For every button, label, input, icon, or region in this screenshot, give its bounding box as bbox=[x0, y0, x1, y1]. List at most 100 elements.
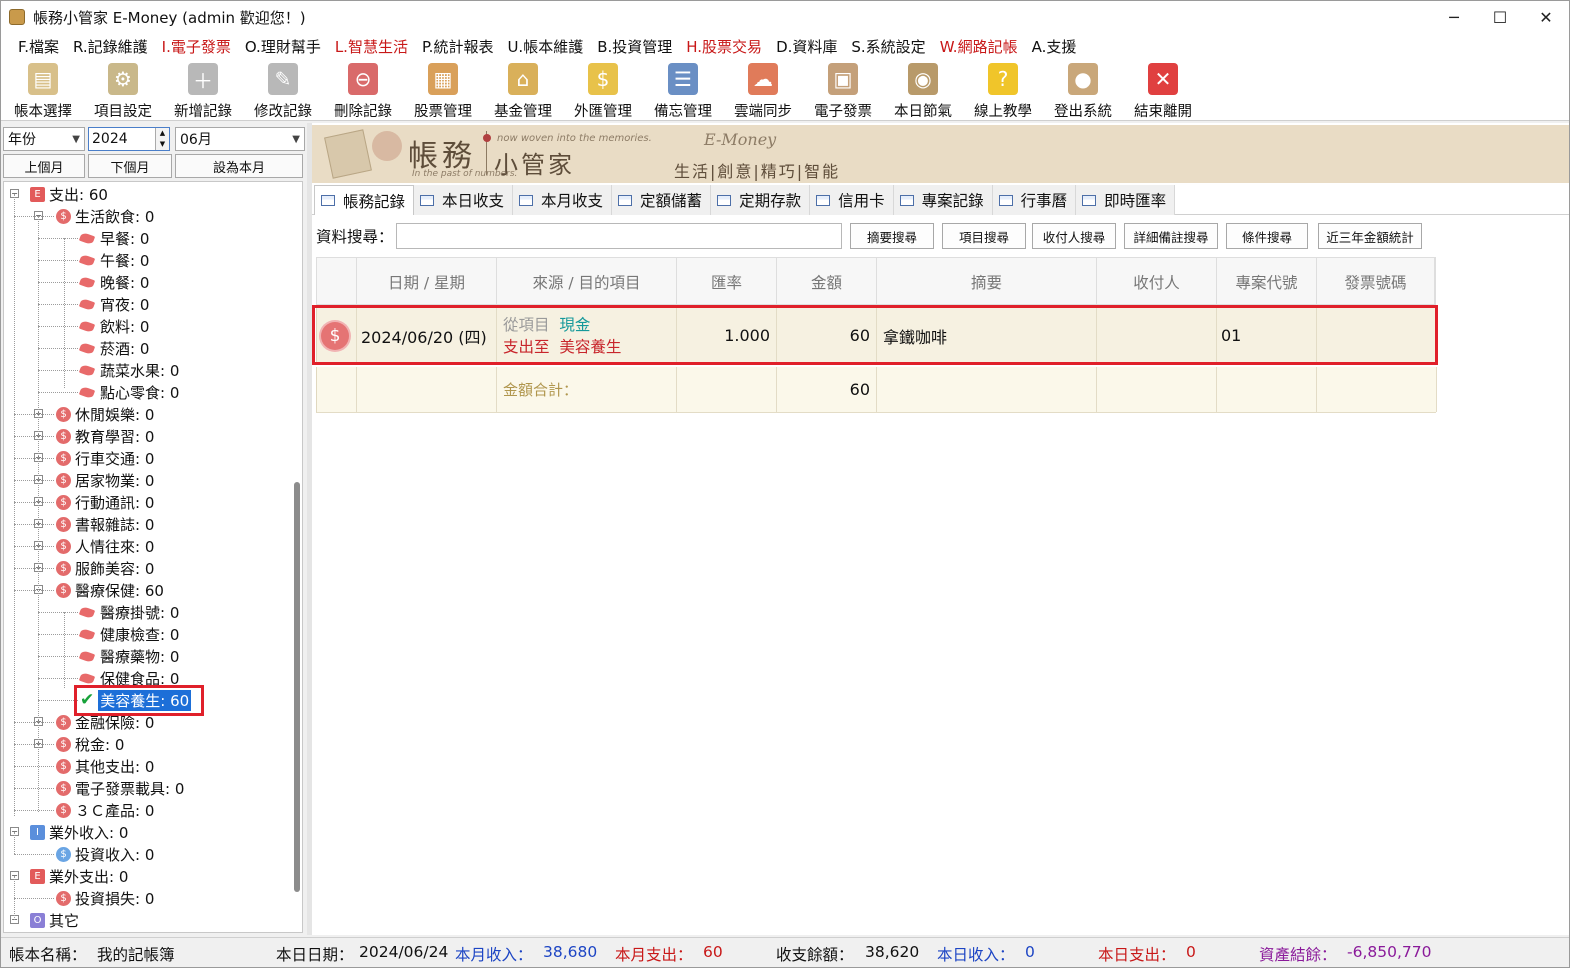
tree-item[interactable]: E 支出: 60 bbox=[30, 183, 108, 205]
tab-0[interactable]: 帳務記錄 bbox=[314, 185, 415, 215]
table-header: 日期 / 星期 來源 / 目的項目 匯率 金額 摘要 收付人 專案代號 發票號碼 bbox=[316, 257, 1436, 306]
toolbar-button-3[interactable]: ✎ 修改記錄 bbox=[243, 59, 323, 121]
expense-category-icon: $ bbox=[56, 582, 71, 598]
tree-item[interactable]: 健康檢查: 0 bbox=[78, 623, 179, 645]
toolbar-button-4[interactable]: ⊖ 刪除記錄 bbox=[323, 59, 403, 121]
tree-item[interactable]: $ 其他支出: 0 bbox=[56, 755, 154, 777]
search-button-0[interactable]: 摘要搜尋 bbox=[850, 223, 934, 249]
tree-item[interactable]: E 業外支出: 0 bbox=[30, 865, 128, 887]
tree-item[interactable]: $ 教育學習: 0 bbox=[56, 425, 154, 447]
tree-item[interactable]: 飲料: 0 bbox=[78, 315, 149, 337]
toolbar-button-14[interactable]: ✕ 結束離開 bbox=[1123, 59, 1203, 121]
tab-3[interactable]: 定額儲蓄 bbox=[612, 185, 712, 215]
tab-1[interactable]: 本日收支 bbox=[414, 185, 514, 215]
toolbar-button-7[interactable]: $ 外匯管理 bbox=[563, 59, 643, 121]
menu-item-10[interactable]: S.系統設定 bbox=[844, 36, 932, 57]
tree-item[interactable]: 午餐: 0 bbox=[78, 249, 149, 271]
tree-item[interactable]: $ 休閒娛樂: 0 bbox=[56, 403, 154, 425]
column-header[interactable]: 匯率 bbox=[677, 258, 777, 306]
tab-7[interactable]: 行事曆 bbox=[992, 185, 1077, 215]
tree-item[interactable]: 醫療藥物: 0 bbox=[78, 645, 179, 667]
toolbar-button-5[interactable]: ▦ 股票管理 bbox=[403, 59, 483, 121]
category-tree[interactable]: − E 支出: 60− $ 生活飲食: 0 早餐: 0 午餐: 0 晚餐: 0 宵夜: 0 飲料:… bbox=[3, 181, 303, 933]
menu-item-11[interactable]: W.網路記帳 bbox=[933, 36, 1025, 57]
toolbar-button-9[interactable]: ☁ 雲端同步 bbox=[723, 59, 803, 121]
month-select[interactable]: 06月 ▼ bbox=[175, 127, 305, 151]
tree-item[interactable]: $３Ｃ產品: 0 bbox=[56, 799, 154, 821]
tree-item[interactable]: 菸酒: 0 bbox=[78, 337, 149, 359]
menu-item-8[interactable]: H.股票交易 bbox=[679, 36, 769, 57]
tree-item[interactable]: O 其它 bbox=[30, 909, 79, 931]
menu-item-7[interactable]: B.投資管理 bbox=[590, 36, 679, 57]
menu-item-1[interactable]: R.記錄維護 bbox=[66, 36, 155, 57]
tree-item[interactable]: $ 生活飲食: 0 bbox=[56, 205, 154, 227]
period-type-select[interactable]: 年份 ▼ bbox=[3, 127, 85, 151]
tree-item[interactable]: 醫療掛號: 0 bbox=[78, 601, 179, 623]
maximize-button[interactable]: ☐ bbox=[1477, 1, 1523, 33]
tree-item[interactable]: $ 書報雜誌: 0 bbox=[56, 513, 154, 535]
tab-6[interactable]: 專案記錄 bbox=[893, 185, 993, 215]
spin-down-icon[interactable]: ▼ bbox=[156, 139, 169, 150]
tree-item[interactable]: 點心零食: 0 bbox=[78, 381, 179, 403]
toolbar-button-0[interactable]: ▤ 帳本選擇 bbox=[3, 59, 83, 121]
toolbar-button-8[interactable]: ☰ 備忘管理 bbox=[643, 59, 723, 121]
search-button-4[interactable]: 條件搜尋 bbox=[1226, 223, 1308, 249]
tree-item[interactable]: $ 人情往來: 0 bbox=[56, 535, 154, 557]
menu-item-0[interactable]: F.檔案 bbox=[11, 36, 66, 57]
toolbar-button-2[interactable]: ＋ 新增記錄 bbox=[163, 59, 243, 121]
tree-item[interactable]: 蔬菜水果: 0 bbox=[78, 359, 179, 381]
search-button-5[interactable]: 近三年金額統計 bbox=[1318, 223, 1422, 249]
column-header[interactable]: 來源 / 目的項目 bbox=[497, 258, 677, 306]
search-button-1[interactable]: 項目搜尋 bbox=[942, 223, 1026, 249]
tree-item[interactable]: 宵夜: 0 bbox=[78, 293, 149, 315]
tree-item[interactable]: $ 電子發票載具: 0 bbox=[56, 777, 184, 799]
window-title: 帳務小管家 E-Money (admin 歡迎您！) bbox=[33, 8, 306, 27]
toolbar-button-1[interactable]: ⚙ 項目設定 bbox=[83, 59, 163, 121]
toolbar-button-12[interactable]: ? 線上教學 bbox=[963, 59, 1043, 121]
close-button[interactable]: ✕ bbox=[1523, 1, 1569, 33]
tab-8[interactable]: 即時匯率 bbox=[1076, 185, 1176, 215]
tree-item[interactable]: $ 居家物業: 0 bbox=[56, 469, 154, 491]
tree-scrollbar[interactable] bbox=[294, 482, 300, 892]
menu-item-9[interactable]: D.資料庫 bbox=[769, 36, 844, 57]
tree-item[interactable]: $ 行車交通: 0 bbox=[56, 447, 154, 469]
menu-item-12[interactable]: A.支援 bbox=[1025, 36, 1084, 57]
menu-item-6[interactable]: U.帳本維護 bbox=[500, 36, 590, 57]
column-header[interactable]: 摘要 bbox=[877, 258, 1097, 306]
tab-4[interactable]: 定期存款 bbox=[711, 185, 811, 215]
tree-item[interactable]: $ 稅金: 0 bbox=[56, 733, 124, 755]
tree-item[interactable]: $ 投資損失: 0 bbox=[56, 887, 154, 909]
menu-item-2[interactable]: I.電子發票 bbox=[155, 36, 238, 57]
tree-item[interactable]: $ 醫療保健: 60 bbox=[56, 579, 164, 601]
set-this-month-button[interactable]: 設為本月 bbox=[175, 154, 303, 178]
toolbar-button-13[interactable]: ● 登出系統 bbox=[1043, 59, 1123, 121]
prev-month-button[interactable]: 上個月 bbox=[3, 154, 85, 178]
toolbar-button-11[interactable]: ◉ 本日節氣 bbox=[883, 59, 963, 121]
menu-item-3[interactable]: O.理財幫手 bbox=[238, 36, 328, 57]
column-header[interactable]: 收付人 bbox=[1097, 258, 1217, 306]
tab-5[interactable]: 信用卡 bbox=[810, 185, 894, 215]
column-header[interactable]: 發票號碼 bbox=[1317, 258, 1435, 306]
tree-item[interactable]: I 業外收入: 0 bbox=[30, 821, 128, 843]
menu-item-4[interactable]: L.智慧生活 bbox=[328, 36, 415, 57]
column-header[interactable]: 日期 / 星期 bbox=[357, 258, 497, 306]
tree-item[interactable]: $ 投資收入: 0 bbox=[56, 843, 154, 865]
column-header[interactable] bbox=[317, 258, 357, 306]
column-header[interactable]: 金額 bbox=[777, 258, 877, 306]
next-month-button[interactable]: 下個月 bbox=[88, 154, 172, 178]
year-spinner[interactable]: 2024 ▲ ▼ bbox=[88, 127, 170, 151]
toolbar-button-10[interactable]: ▣ 電子發票 bbox=[803, 59, 883, 121]
menu-item-5[interactable]: P.統計報表 bbox=[415, 36, 500, 57]
search-button-3[interactable]: 詳細備註搜尋 bbox=[1124, 223, 1218, 249]
tree-item[interactable]: $ 行動通訊: 0 bbox=[56, 491, 154, 513]
column-header[interactable]: 專案代號 bbox=[1217, 258, 1317, 306]
tree-item[interactable]: 早餐: 0 bbox=[78, 227, 149, 249]
toolbar-button-6[interactable]: ⌂ 基金管理 bbox=[483, 59, 563, 121]
tree-item[interactable]: $ 服飾美容: 0 bbox=[56, 557, 154, 579]
tab-2[interactable]: 本月收支 bbox=[513, 185, 613, 215]
search-input[interactable] bbox=[395, 223, 842, 249]
tree-item[interactable]: 晚餐: 0 bbox=[78, 271, 149, 293]
spin-up-icon[interactable]: ▲ bbox=[156, 128, 169, 139]
search-button-2[interactable]: 收付人搜尋 bbox=[1032, 223, 1116, 249]
minimize-button[interactable]: ─ bbox=[1431, 1, 1477, 33]
